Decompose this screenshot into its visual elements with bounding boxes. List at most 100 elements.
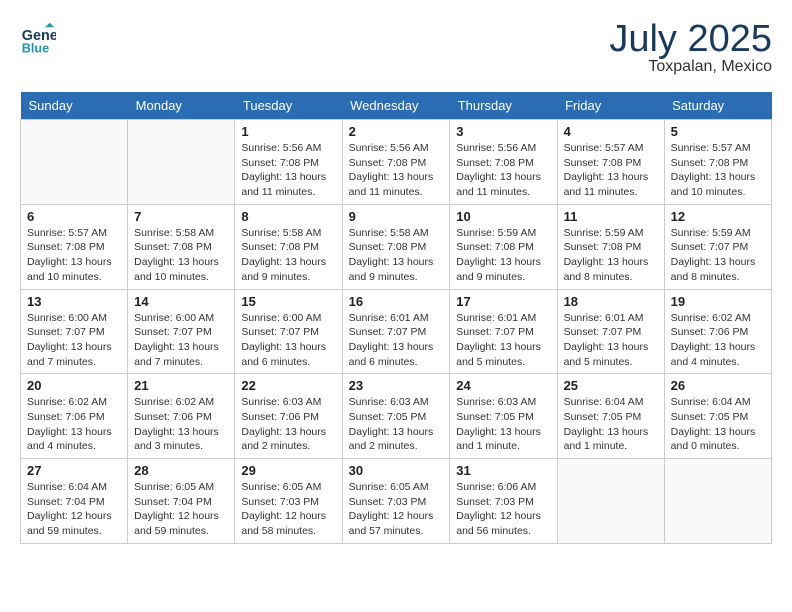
calendar-cell: 21 Sunrise: 6:02 AM Sunset: 7:06 PM Dayli… [128,374,235,459]
calendar-cell [664,459,771,544]
weekday-header-monday: Monday [128,92,235,120]
day-info: Sunrise: 5:58 AM Sunset: 7:08 PM Dayligh… [241,226,335,285]
week-row-3: 13 Sunrise: 6:00 AM Sunset: 7:07 PM Dayli… [21,289,772,374]
day-number: 11 [564,209,658,224]
day-number: 19 [671,294,765,309]
day-number: 15 [241,294,335,309]
day-info: Sunrise: 5:57 AM Sunset: 7:08 PM Dayligh… [564,141,658,200]
calendar-cell: 25Sunrise: 6:04 AM Sunset: 7:05 PM Dayli… [557,374,664,459]
calendar-table: SundayMondayTuesdayWednesdayThursdayFrid… [20,92,772,544]
weekday-header-sunday: Sunday [21,92,128,120]
day-number: 2 [349,124,444,139]
day-number: 28 [134,463,228,478]
calendar-cell: 23Sunrise: 6:03 AM Sunset: 7:05 PM Dayli… [342,374,450,459]
day-info: Sunrise: 5:59 AM Sunset: 7:08 PM Dayligh… [456,226,550,285]
calendar-cell: 18 Sunrise: 6:01 AM Sunset: 7:07 PM Dayli… [557,289,664,374]
calendar-cell: 30Sunrise: 6:05 AM Sunset: 7:03 PM Dayli… [342,459,450,544]
weekday-header-friday: Friday [557,92,664,120]
day-number: 7 [134,209,228,224]
calendar-cell: 31 Sunrise: 6:06 AM Sunset: 7:03 PM Dayli… [450,459,557,544]
day-info: Sunrise: 5:59 AM Sunset: 7:08 PM Dayligh… [564,226,658,285]
day-info: Sunrise: 6:02 AM Sunset: 7:06 PM Dayligh… [134,395,228,454]
logo-icon: General Blue [20,20,56,56]
day-number: 31 [456,463,550,478]
day-number: 10 [456,209,550,224]
calendar-cell: 15Sunrise: 6:00 AM Sunset: 7:07 PM Dayli… [235,289,342,374]
calendar-cell: 11 Sunrise: 5:59 AM Sunset: 7:08 PM Dayli… [557,204,664,289]
calendar-body: 1 Sunrise: 5:56 AM Sunset: 7:08 PM Daylig… [21,120,772,544]
day-info: Sunrise: 5:58 AM Sunset: 7:08 PM Dayligh… [134,226,228,285]
day-info: Sunrise: 6:00 AM Sunset: 7:07 PM Dayligh… [134,311,228,370]
calendar-cell: 27 Sunrise: 6:04 AM Sunset: 7:04 PM Dayli… [21,459,128,544]
calendar-cell: 26 Sunrise: 6:04 AM Sunset: 7:05 PM Dayli… [664,374,771,459]
month-title: July 2025 [609,20,772,58]
calendar-cell: 3Sunrise: 5:56 AM Sunset: 7:08 PM Daylig… [450,120,557,205]
calendar-cell: 16Sunrise: 6:01 AM Sunset: 7:07 PM Dayli… [342,289,450,374]
day-info: Sunrise: 6:00 AM Sunset: 7:07 PM Dayligh… [27,311,121,370]
day-info: Sunrise: 6:01 AM Sunset: 7:07 PM Dayligh… [564,311,658,370]
calendar-cell: 12Sunrise: 5:59 AM Sunset: 7:07 PM Dayli… [664,204,771,289]
day-number: 9 [349,209,444,224]
week-row-1: 1 Sunrise: 5:56 AM Sunset: 7:08 PM Daylig… [21,120,772,205]
day-number: 8 [241,209,335,224]
day-info: Sunrise: 6:05 AM Sunset: 7:03 PM Dayligh… [241,480,335,539]
calendar-header: SundayMondayTuesdayWednesdayThursdayFrid… [21,92,772,120]
day-number: 27 [27,463,121,478]
calendar-cell: 13 Sunrise: 6:00 AM Sunset: 7:07 PM Dayli… [21,289,128,374]
day-info: Sunrise: 6:04 AM Sunset: 7:05 PM Dayligh… [564,395,658,454]
calendar-cell: 20Sunrise: 6:02 AM Sunset: 7:06 PM Dayli… [21,374,128,459]
day-number: 14 [134,294,228,309]
calendar-cell: 22Sunrise: 6:03 AM Sunset: 7:06 PM Dayli… [235,374,342,459]
calendar-cell: 8 Sunrise: 5:58 AM Sunset: 7:08 PM Daylig… [235,204,342,289]
day-info: Sunrise: 6:05 AM Sunset: 7:03 PM Dayligh… [349,480,444,539]
day-info: Sunrise: 6:03 AM Sunset: 7:05 PM Dayligh… [349,395,444,454]
day-info: Sunrise: 6:03 AM Sunset: 7:06 PM Dayligh… [241,395,335,454]
weekday-header-wednesday: Wednesday [342,92,450,120]
calendar-cell: 19 Sunrise: 6:02 AM Sunset: 7:06 PM Dayli… [664,289,771,374]
calendar-cell [21,120,128,205]
day-info: Sunrise: 5:56 AM Sunset: 7:08 PM Dayligh… [349,141,444,200]
day-number: 21 [134,378,228,393]
day-info: Sunrise: 6:04 AM Sunset: 7:05 PM Dayligh… [671,395,765,454]
weekday-header-saturday: Saturday [664,92,771,120]
calendar-cell: 4 Sunrise: 5:57 AM Sunset: 7:08 PM Daylig… [557,120,664,205]
calendar-cell: 17Sunrise: 6:01 AM Sunset: 7:07 PM Dayli… [450,289,557,374]
day-number: 26 [671,378,765,393]
calendar-cell: 10 Sunrise: 5:59 AM Sunset: 7:08 PM Dayli… [450,204,557,289]
day-info: Sunrise: 5:56 AM Sunset: 7:08 PM Dayligh… [241,141,335,200]
day-number: 5 [671,124,765,139]
day-number: 1 [241,124,335,139]
day-number: 13 [27,294,121,309]
day-info: Sunrise: 5:57 AM Sunset: 7:08 PM Dayligh… [27,226,121,285]
day-info: Sunrise: 6:04 AM Sunset: 7:04 PM Dayligh… [27,480,121,539]
svg-text:Blue: Blue [22,41,49,55]
day-number: 4 [564,124,658,139]
calendar-cell: 28Sunrise: 6:05 AM Sunset: 7:04 PM Dayli… [128,459,235,544]
week-row-2: 6Sunrise: 5:57 AM Sunset: 7:08 PM Daylig… [21,204,772,289]
calendar-cell: 1 Sunrise: 5:56 AM Sunset: 7:08 PM Daylig… [235,120,342,205]
calendar-cell: 6Sunrise: 5:57 AM Sunset: 7:08 PM Daylig… [21,204,128,289]
week-row-4: 20 Sunrise: 6:02 AM Sunset: 7:06 PM Dayli… [21,374,772,459]
day-info: Sunrise: 5:59 AM Sunset: 7:07 PM Dayligh… [671,226,765,285]
day-info: Sunrise: 6:06 AM Sunset: 7:03 PM Dayligh… [456,480,550,539]
calendar-cell: 2 Sunrise: 5:56 AM Sunset: 7:08 PM Daylig… [342,120,450,205]
day-number: 29 [241,463,335,478]
day-number: 17 [456,294,550,309]
calendar-cell: 29 Sunrise: 6:05 AM Sunset: 7:03 PM Dayli… [235,459,342,544]
calendar-cell [128,120,235,205]
day-number: 3 [456,124,550,139]
weekday-header-tuesday: Tuesday [235,92,342,120]
title-block: July 2025 Toxpalan, Mexico [609,20,772,76]
day-number: 20 [27,378,121,393]
day-info: Sunrise: 5:58 AM Sunset: 7:08 PM Dayligh… [349,226,444,285]
day-number: 24 [456,378,550,393]
location: Toxpalan, Mexico [609,58,772,76]
day-info: Sunrise: 5:57 AM Sunset: 7:08 PM Dayligh… [671,141,765,200]
calendar-cell: 5 Sunrise: 5:57 AM Sunset: 7:08 PM Daylig… [664,120,771,205]
calendar-cell [557,459,664,544]
day-info: Sunrise: 6:02 AM Sunset: 7:06 PM Dayligh… [671,311,765,370]
calendar-cell: 14 Sunrise: 6:00 AM Sunset: 7:07 PM Dayli… [128,289,235,374]
calendar-cell: 7 Sunrise: 5:58 AM Sunset: 7:08 PM Daylig… [128,204,235,289]
day-number: 16 [349,294,444,309]
day-number: 18 [564,294,658,309]
